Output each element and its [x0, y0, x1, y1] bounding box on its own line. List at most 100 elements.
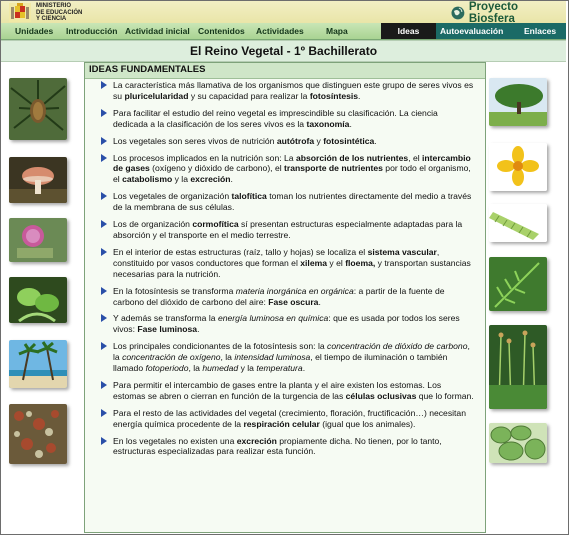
fern-image — [489, 257, 547, 311]
idea-text: . — [302, 363, 306, 374]
bold-term: catabolismo — [122, 174, 173, 185]
tab-autoevaluacion[interactable]: Autoevaluación — [440, 23, 503, 39]
tree-image — [489, 78, 547, 126]
nav-actividades[interactable]: Actividades — [256, 23, 304, 39]
arrow-bullet-icon — [101, 192, 107, 201]
plant-cells-image — [489, 423, 547, 463]
arrow-bullet-icon — [101, 408, 107, 417]
italic-term: fotoperiodo — [145, 363, 189, 374]
italic-term: concentración de oxígeno — [122, 352, 221, 363]
tab-enlaces[interactable]: Enlaces — [524, 23, 556, 39]
bold-term: fotosíntesis — [309, 90, 359, 101]
idea-item: Para facilitar el estudio del reino vege… — [85, 108, 485, 130]
idea-item: En la fotosíntesis se transforma materia… — [85, 286, 485, 308]
italic-term: temperatura — [256, 363, 303, 374]
ideas-panel: IDEAS FUNDAMENTALES La característica má… — [84, 62, 486, 533]
bold-term: taxonomía — [306, 118, 350, 129]
idea-item: Y además se transforma la energía lumino… — [85, 313, 485, 335]
nav-mapa[interactable]: Mapa — [326, 23, 348, 39]
idea-text: . — [349, 118, 352, 129]
brand-name: Proyecto Biosfera — [468, 0, 519, 25]
bold-term: fotosintética — [323, 135, 375, 146]
idea-text: , el — [408, 152, 423, 163]
idea-item: En los vegetales no existen una excreció… — [85, 436, 485, 458]
italic-term: materia inorgánica en orgánica — [235, 285, 354, 296]
idea-text: . — [318, 296, 321, 307]
title-bar: El Reino Vegetal - 1º Bachillerato — [1, 40, 566, 62]
idea-text: . — [374, 135, 377, 146]
idea-text: y la — [172, 174, 191, 185]
page-title: El Reino Vegetal - 1º Bachillerato — [189, 44, 378, 58]
arrow-bullet-icon — [101, 136, 107, 145]
italic-term: intensidad luminosa — [234, 352, 311, 363]
panel-heading: IDEAS FUNDAMENTALES — [89, 64, 206, 75]
idea-text: , la — [220, 352, 235, 363]
thistle-image — [9, 218, 67, 262]
idea-text: Los procesos implicados en la nutrición … — [113, 152, 296, 163]
coat-of-arms-logo — [9, 3, 31, 22]
idea-text: y el — [327, 257, 346, 268]
nav-actividad-inicial[interactable]: Actividad inicial — [125, 23, 190, 39]
brand[interactable]: Proyecto Biosfera — [451, 1, 566, 25]
nav-introduccion[interactable]: Introducción — [66, 23, 117, 39]
bold-term: excreción — [236, 435, 277, 446]
tab-ideas[interactable]: Ideas — [381, 23, 436, 39]
idea-text: Para facilitar el estudio del reino vege… — [113, 107, 438, 129]
idea-text: Y además se transforma la — [113, 313, 218, 324]
idea-text: y la — [238, 363, 257, 374]
idea-item: En el interior de estas estructuras (raí… — [85, 247, 485, 280]
arrow-bullet-icon — [101, 286, 107, 295]
idea-item: Los vegetales de organización talofítica… — [85, 191, 485, 213]
bold-term: autótrofa — [276, 135, 315, 146]
idea-text: , la — [188, 363, 203, 374]
main-nav: Unidades Introducción Actividad inicial … — [1, 23, 566, 40]
idea-text: y — [314, 135, 324, 146]
idea-text: (igual que los animales). — [319, 418, 416, 429]
nav-contenidos[interactable]: Contenidos — [198, 23, 245, 39]
arrow-bullet-icon — [101, 342, 107, 351]
pine-image — [9, 78, 67, 140]
idea-text: Los vegetales de organización — [113, 191, 232, 202]
arrow-bullet-icon — [101, 220, 107, 229]
mushroom-image — [9, 157, 67, 203]
idea-item: Para permitir el intercambio de gases en… — [85, 380, 485, 402]
idea-text: Los vegetales son seres vivos de nutrici… — [113, 135, 277, 146]
idea-text: . — [197, 324, 200, 335]
arrow-bullet-icon — [101, 436, 107, 445]
bold-term: Fase oscura — [268, 296, 319, 307]
idea-text: En la fotosíntesis se transforma — [113, 285, 236, 296]
idea-item: Los vegetales son seres vivos de nutrici… — [85, 136, 485, 147]
arrow-bullet-icon — [101, 81, 107, 89]
idea-text: (oxígeno y dióxido de carbono), el — [149, 163, 285, 174]
ideas-list: La característica más llamativa de los o… — [85, 80, 485, 463]
bold-term: cormofítica — [192, 219, 239, 230]
idea-text: y su capacidad para realizar la — [188, 90, 310, 101]
ministry-label: MINISTERIO DE EDUCACIÓN Y CIENCIA — [36, 3, 83, 22]
arrow-bullet-icon — [101, 247, 107, 256]
bold-term: xilema — [300, 257, 328, 268]
bold-term: transporte de nutrientes — [284, 163, 383, 174]
arrow-bullet-icon — [101, 314, 107, 323]
seedling-image — [9, 277, 67, 323]
bold-term: Fase luminosa — [137, 324, 198, 335]
idea-text: En los vegetales no existen una — [113, 435, 237, 446]
moss-image — [489, 325, 547, 409]
arrow-bullet-icon — [101, 108, 107, 117]
arrow-bullet-icon — [101, 380, 107, 389]
globe-icon — [451, 6, 465, 19]
idea-item: Los de organización cormofítica sí prese… — [85, 219, 485, 241]
idea-item: Los principales condicionantes de la fot… — [85, 341, 485, 374]
bold-term: sistema vascular — [367, 246, 437, 257]
idea-text: En el interior de estas estructuras (raí… — [113, 246, 368, 257]
idea-item: Los procesos implicados en la nutrición … — [85, 153, 485, 186]
nav-unidades[interactable]: Unidades — [15, 23, 53, 39]
yellow-flower-image — [489, 143, 547, 191]
idea-item: La característica más llamativa de los o… — [85, 80, 485, 102]
palm-beach-image — [9, 340, 67, 388]
bold-term: absorción de los nutrientes — [295, 152, 409, 163]
italic-term: energía luminosa en química — [217, 313, 329, 324]
header-bar: MINISTERIO DE EDUCACIÓN Y CIENCIA Proyec… — [1, 1, 566, 25]
italic-term: humedad — [202, 363, 239, 374]
lichen-image — [9, 404, 67, 464]
idea-item: Para el resto de las actividades del veg… — [85, 408, 485, 430]
